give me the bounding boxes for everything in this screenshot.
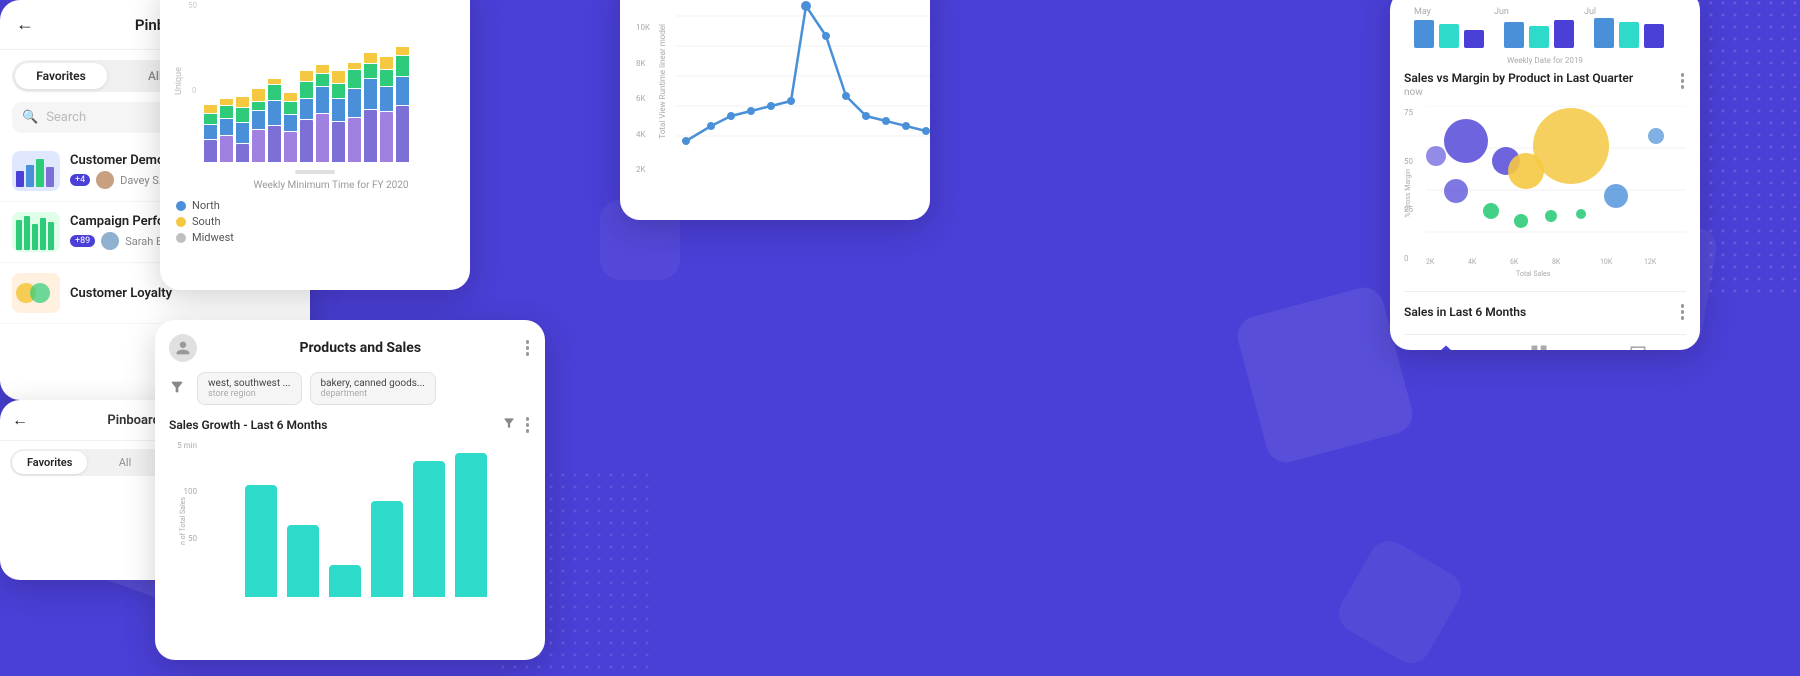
scatter-svg: 2K 4K 6K 8K 10K 12K Total Sales <box>1426 106 1686 276</box>
user-avatar-icon <box>169 334 197 362</box>
campaign-badge: +89 <box>70 235 95 247</box>
demographics-badge: +4 <box>70 174 90 186</box>
chart-filter-icon[interactable] <box>502 415 516 434</box>
search-placeholder: Search <box>46 110 86 125</box>
scatter-y-label: % Gross Margin <box>1404 169 1412 218</box>
sales-menu-button[interactable] <box>1679 302 1687 322</box>
bar-2 <box>287 525 319 597</box>
filter-value-region: west, southwest ... <box>208 378 291 389</box>
legend-midwest: Midwest <box>176 231 470 244</box>
legend-label-midwest: Midwest <box>192 231 234 244</box>
svg-text:4K: 4K <box>1468 258 1477 266</box>
filter-label-dept: department <box>321 389 425 399</box>
bar-6 <box>455 453 487 597</box>
bottom-navigation: Home Pinboards Answers <box>1404 334 1686 351</box>
products-menu-button[interactable] <box>524 338 532 358</box>
mini-bar-svg: May Jun Jul <box>1404 2 1684 52</box>
sales-bars <box>169 441 531 601</box>
nav-pinboards[interactable]: Pinboards <box>1517 343 1562 351</box>
products-sales-card: Products and Sales west, southwest ... s… <box>155 320 545 660</box>
bar-4 <box>371 501 403 597</box>
legend-south: South <box>176 215 470 228</box>
chart-menu-button[interactable] <box>524 415 532 435</box>
chart-legend: North South Midwest <box>176 199 470 244</box>
scatter-title: Sales vs Margin by Product in Last Quart… <box>1404 71 1633 85</box>
stacked-bars <box>176 0 454 166</box>
department-filter[interactable]: bakery, canned goods... department <box>310 372 436 405</box>
thumb-loyalty <box>12 273 60 313</box>
thumb-demographics <box>12 151 60 191</box>
svg-text:May: May <box>1414 7 1432 17</box>
scatter-divider <box>1404 291 1686 292</box>
tab-favorites[interactable]: Favorites <box>15 63 107 89</box>
filter-row: west, southwest ... store region bakery,… <box>169 372 531 405</box>
filter-label-region: store region <box>208 389 291 399</box>
demographics-avatar <box>96 171 114 189</box>
legend-north: North <box>176 199 470 212</box>
svg-text:Total Sales: Total Sales <box>1516 270 1551 276</box>
scatter-chart-area: 75 50 25 0 % Gross Margin 2K 4K 6K 8K 10… <box>1404 106 1686 281</box>
small-tab-favorites[interactable]: Favorites <box>12 451 87 474</box>
nav-answers[interactable]: Answers <box>1619 343 1658 351</box>
mini-chart-label: Weekly Date for 2019 <box>1404 56 1686 65</box>
demographics-author: Davey S. <box>120 174 162 187</box>
filter-icon[interactable] <box>169 379 185 399</box>
y-axis-label: Unique <box>174 6 184 156</box>
line-y-label: Total View Runtime linear model <box>658 24 667 139</box>
filter-value-dept: bakery, canned goods... <box>321 378 425 389</box>
scatter-menu-button[interactable] <box>1679 71 1687 91</box>
scatter-subtitle: now <box>1404 87 1633 98</box>
top-mini-chart: May Jun Jul Weekly Date for 2019 <box>1404 2 1686 65</box>
bar-3 <box>329 565 361 597</box>
legend-dot-north <box>176 201 186 211</box>
bar-chart-card: Unique 50 0 <box>160 0 470 290</box>
y-axis-sales-label: n of Total Sales <box>179 497 187 545</box>
sales-chart-area: 5 min 100 50 n of Total Sales <box>169 441 531 601</box>
svg-text:10K: 10K <box>1600 258 1613 266</box>
bar-chart-x-label: Weekly Minimum Time for FY 2020 <box>176 180 470 191</box>
scatter-chart-card: May Jun Jul Weekly Date for 2019 Sales v… <box>1390 0 1700 350</box>
legend-label-north: North <box>192 199 220 212</box>
thumb-campaign <box>12 212 60 252</box>
bar-1 <box>245 485 277 597</box>
sales-chart-title: Sales Growth - Last 6 Months <box>169 418 327 432</box>
store-region-filter[interactable]: west, southwest ... store region <box>197 372 302 405</box>
nav-home[interactable]: Home <box>1433 343 1460 351</box>
card-header: Products and Sales <box>169 334 531 362</box>
bar-5 <box>413 461 445 597</box>
svg-text:Jun: Jun <box>1494 7 1509 17</box>
campaign-avatar <box>101 232 119 250</box>
svg-text:2K: 2K <box>1426 258 1435 266</box>
svg-text:12K: 12K <box>1644 258 1657 266</box>
line-chart-card: 12K 10K 8K 6K 4K 2K Total View Runtime l… <box>620 0 930 220</box>
small-back-button[interactable]: ← <box>12 410 28 430</box>
legend-dot-south <box>176 217 186 227</box>
svg-text:6K: 6K <box>1510 258 1519 266</box>
svg-text:Jul: Jul <box>1584 7 1596 17</box>
legend-label-south: South <box>192 215 221 228</box>
sales-title: Sales in Last 6 Months <box>1404 305 1526 319</box>
legend-dot-midwest <box>176 233 186 243</box>
chart-header-row: Sales Growth - Last 6 Months <box>169 415 531 435</box>
line-chart-svg <box>676 0 930 171</box>
search-icon: 🔍 <box>22 110 38 125</box>
back-button[interactable]: ← <box>16 14 34 35</box>
line-chart-area: 12K 10K 8K 6K 4K 2K Total View Runtime l… <box>636 0 914 176</box>
products-title: Products and Sales <box>197 340 524 356</box>
svg-text:8K: 8K <box>1552 258 1561 266</box>
